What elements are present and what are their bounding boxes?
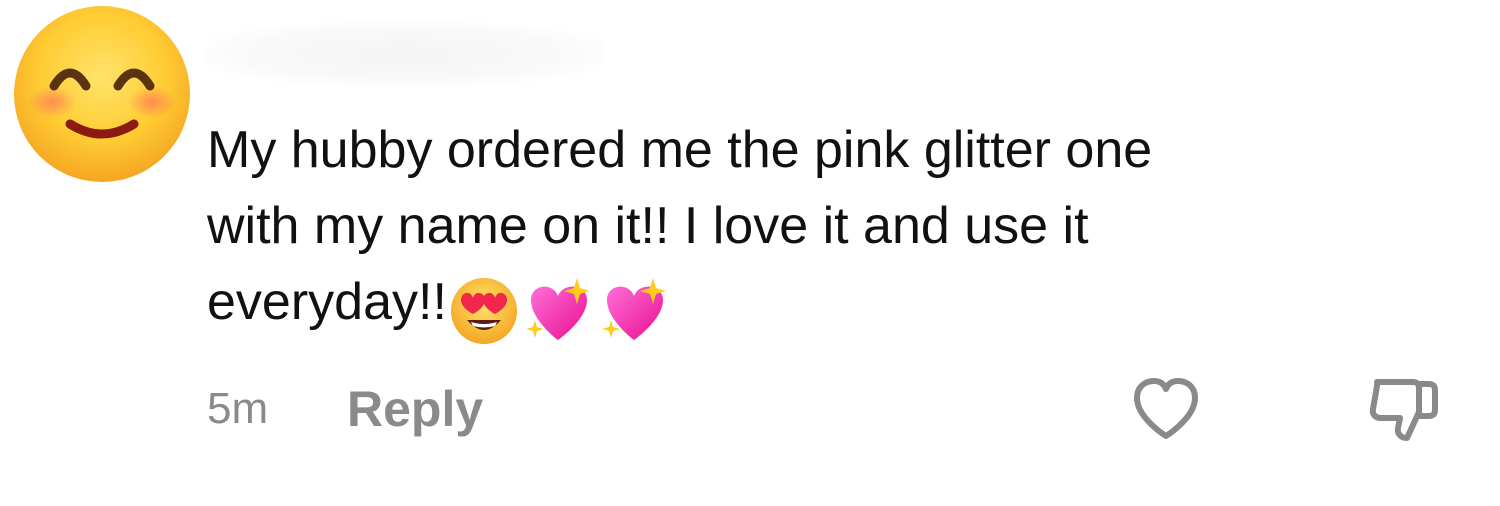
comment-line: My hubby ordered me the pink glitter one bbox=[207, 121, 1153, 179]
reply-button[interactable]: Reply bbox=[347, 380, 483, 438]
dislike-button[interactable] bbox=[1367, 378, 1441, 449]
comment-line: with my name on it!! I love it and use i… bbox=[207, 197, 1089, 255]
thumbs-down-icon bbox=[1369, 379, 1438, 441]
avatar[interactable] bbox=[12, 4, 192, 184]
emoji-group bbox=[449, 276, 673, 352]
heart-eyes-emoji-icon bbox=[450, 278, 517, 344]
comment-text: My hubby ordered me the pink glitter one… bbox=[207, 112, 1467, 352]
comment-footer: 5m Reply bbox=[207, 378, 1467, 441]
like-button[interactable] bbox=[1132, 378, 1200, 447]
comment-line-text: everyday!! bbox=[207, 273, 447, 331]
username-redacted bbox=[205, 22, 605, 86]
sparkling-heart-emoji-icon bbox=[601, 278, 666, 340]
comment-line-last: everyday!! bbox=[207, 264, 1467, 352]
smiling-face-emoji-icon bbox=[14, 6, 190, 182]
sparkling-heart-emoji-icon bbox=[525, 278, 590, 340]
heart-outline-icon bbox=[1134, 378, 1198, 439]
timestamp: 5m bbox=[207, 384, 269, 433]
